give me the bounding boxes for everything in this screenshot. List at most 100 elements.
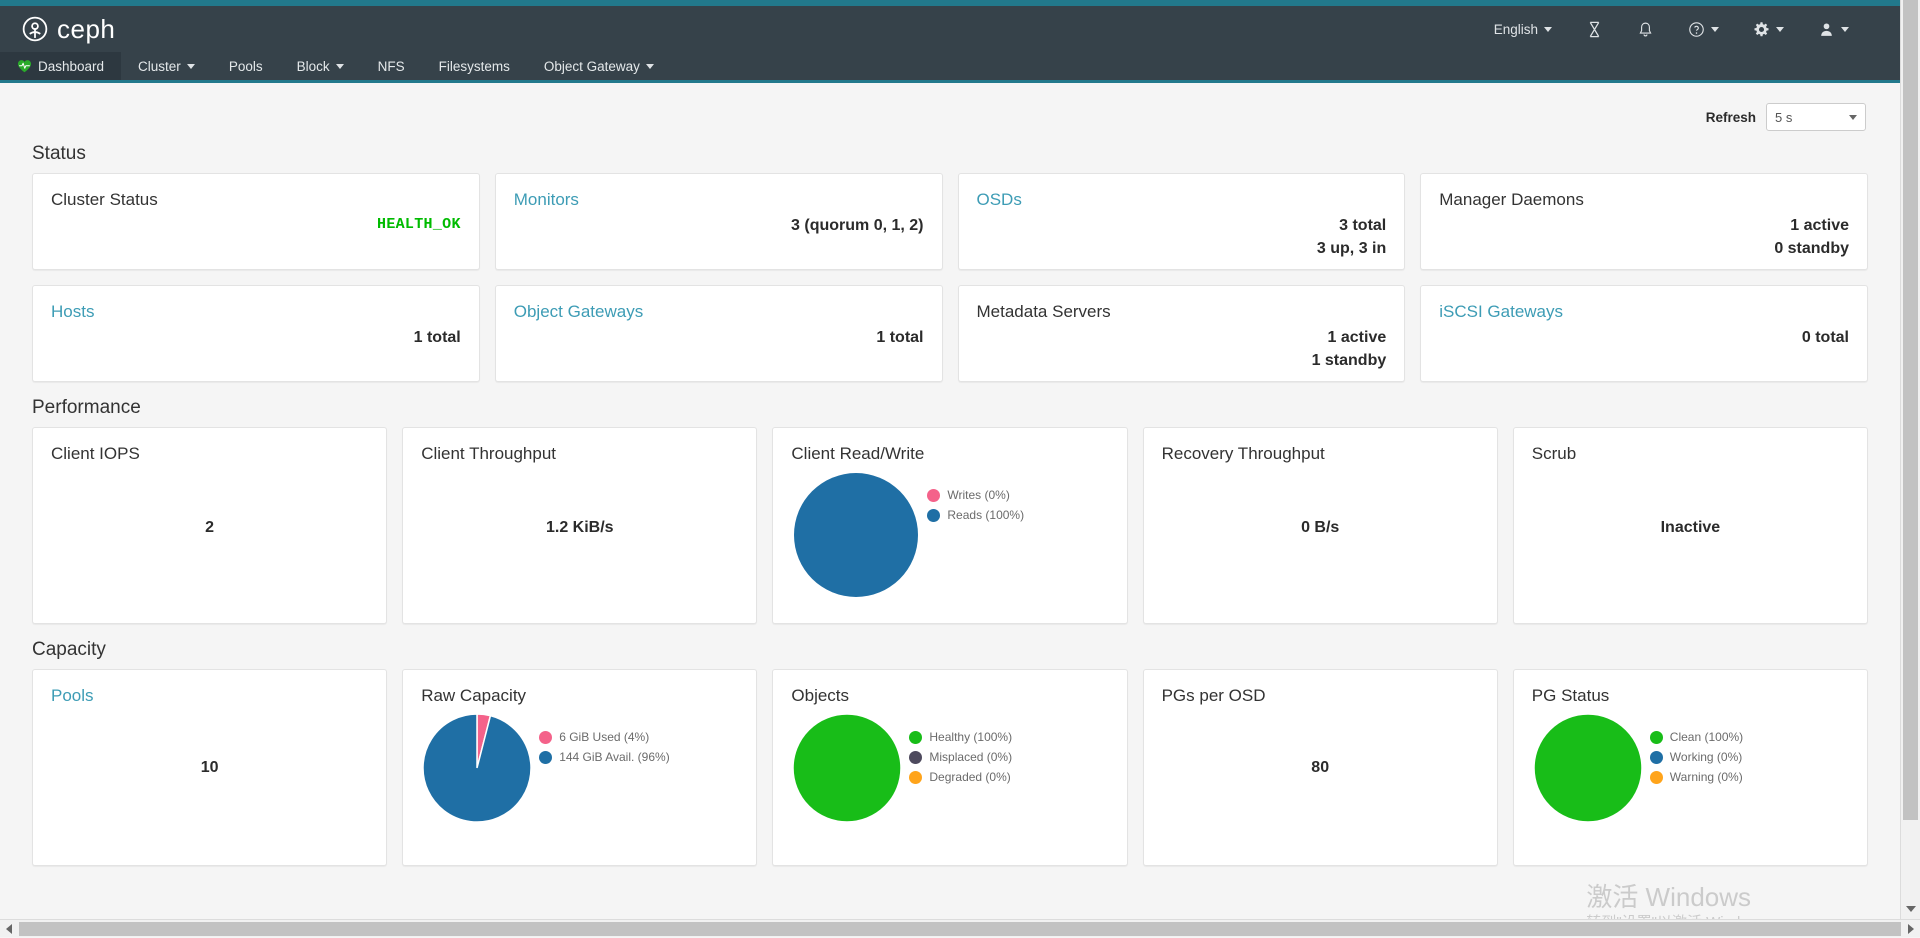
chevron-down-icon [1711, 27, 1719, 32]
legend-item[interactable]: Reads (100%) [927, 508, 1024, 522]
legend-item[interactable]: Writes (0%) [927, 488, 1024, 502]
card-title: Manager Daemons [1439, 190, 1849, 210]
nav-label: Object Gateway [544, 59, 640, 74]
main-navigation: Dashboard Cluster Pools Block NFS Filesy… [0, 52, 1900, 83]
card-value: HEALTH_OK [51, 214, 461, 236]
card-title-link[interactable]: Monitors [514, 190, 924, 210]
card-title-link[interactable]: Hosts [51, 302, 461, 322]
card-value: 1 total [51, 326, 461, 349]
legend-item[interactable]: 6 GiB Used (4%) [539, 730, 670, 744]
notifications-button[interactable] [1620, 6, 1671, 52]
nav-item-object-gateway[interactable]: Object Gateway [527, 52, 671, 80]
nav-item-pools[interactable]: Pools [212, 52, 280, 80]
legend-color-swatch [1650, 771, 1663, 784]
card-pg-status: PG Status Clean (100%) Working (0%) [1513, 669, 1868, 866]
card-value: 3 (quorum 0, 1, 2) [514, 214, 924, 237]
legend-item[interactable]: 144 GiB Avail. (96%) [539, 750, 670, 764]
legend-item[interactable]: Healthy (100%) [909, 730, 1012, 744]
chevron-down-icon [1906, 906, 1916, 912]
card-client-throughput: Client Throughput 1.2 KiB/s [402, 427, 757, 624]
chart-legend: Writes (0%) Reads (100%) [927, 488, 1024, 522]
card-value: 10 [51, 756, 368, 779]
ceph-logo-icon [22, 16, 48, 42]
scroll-right-arrow[interactable] [1902, 920, 1920, 938]
chevron-down-icon [1849, 115, 1857, 120]
language-selector[interactable]: English [1477, 6, 1569, 52]
question-circle-icon [1688, 21, 1705, 38]
help-menu[interactable] [1671, 6, 1736, 52]
pie-slice[interactable] [793, 714, 901, 822]
card-objects: Objects Healthy (100%) Misplaced (0%) [772, 669, 1127, 866]
legend-item[interactable]: Degraded (0%) [909, 770, 1012, 784]
nav-item-block[interactable]: Block [280, 52, 361, 80]
card-title: PGs per OSD [1162, 686, 1479, 706]
refresh-interval-select[interactable]: 5 s [1766, 103, 1866, 131]
pie-slice[interactable] [423, 714, 531, 822]
gear-icon [1753, 21, 1770, 38]
legend-label: Working (0%) [1670, 750, 1742, 764]
tasks-button[interactable] [1569, 6, 1620, 52]
pie-chart-icon [1532, 712, 1644, 824]
card-title: Client Throughput [421, 444, 738, 464]
card-value: 80 [1162, 756, 1479, 779]
nav-label: Dashboard [38, 59, 104, 74]
legend-item[interactable]: Working (0%) [1650, 750, 1743, 764]
horizontal-scrollbar[interactable] [0, 919, 1920, 937]
legend-label: Reads (100%) [947, 508, 1024, 522]
legend-color-swatch [909, 731, 922, 744]
legend-item[interactable]: Misplaced (0%) [909, 750, 1012, 764]
card-recovery-throughput: Recovery Throughput 0 B/s [1143, 427, 1498, 624]
section-title-status: Status [32, 143, 1868, 165]
card-title-link[interactable]: Object Gateways [514, 302, 924, 322]
card-title-link[interactable]: Pools [51, 686, 368, 706]
brand-name: ceph [57, 16, 115, 42]
nav-item-filesystems[interactable]: Filesystems [422, 52, 527, 80]
hourglass-icon [1586, 21, 1603, 38]
chevron-down-icon [1776, 27, 1784, 32]
card-value: 1 total [514, 326, 924, 349]
legend-item[interactable]: Clean (100%) [1650, 730, 1743, 744]
nav-item-cluster[interactable]: Cluster [121, 52, 212, 80]
vertical-scrollbar-thumb[interactable] [1903, 0, 1918, 820]
card-manager-daemons: Manager Daemons 1 active 0 standby [1420, 173, 1868, 270]
top-actions: English [1477, 6, 1866, 52]
card-title-link[interactable]: OSDs [977, 190, 1387, 210]
scroll-down-arrow[interactable] [1901, 899, 1920, 919]
card-iscsi-gateways: iSCSI Gateways 0 total [1420, 285, 1868, 382]
card-value: Inactive [1532, 516, 1849, 539]
settings-menu[interactable] [1736, 6, 1801, 52]
pie-slice[interactable] [1534, 714, 1642, 822]
status-row-2: Hosts 1 total Object Gateways 1 total Me… [32, 285, 1868, 382]
chevron-down-icon [1841, 27, 1849, 32]
card-value-line1: 3 total [977, 214, 1387, 237]
nav-label: Pools [229, 59, 263, 74]
card-hosts: Hosts 1 total [32, 285, 480, 382]
card-pools: Pools 10 [32, 669, 387, 866]
nav-item-dashboard[interactable]: Dashboard [0, 52, 121, 80]
card-title: Metadata Servers [977, 302, 1387, 322]
scroll-left-arrow[interactable] [0, 920, 18, 938]
chevron-down-icon [1544, 27, 1552, 32]
dashboard-page: Refresh 5 s Status Cluster Status HEALTH… [0, 83, 1900, 938]
legend-item[interactable]: Warning (0%) [1650, 770, 1743, 784]
legend-color-swatch [539, 731, 552, 744]
chart-objects: Healthy (100%) Misplaced (0%) Degraded (… [791, 712, 1108, 824]
card-title-link[interactable]: iSCSI Gateways [1439, 302, 1849, 322]
chevron-right-icon [1908, 924, 1914, 934]
horizontal-scrollbar-thumb[interactable] [19, 922, 1901, 936]
legend-color-swatch [1650, 751, 1663, 764]
card-object-gateways: Object Gateways 1 total [495, 285, 943, 382]
pie-slice[interactable] [794, 473, 918, 597]
card-scrub: Scrub Inactive [1513, 427, 1868, 624]
chevron-left-icon [6, 924, 12, 934]
pie-chart-icon [791, 712, 903, 824]
card-value-line2: 0 standby [1439, 237, 1849, 260]
brand-logo-group[interactable]: ceph [22, 16, 115, 42]
user-menu[interactable] [1801, 6, 1866, 52]
heartbeat-icon [17, 59, 32, 73]
performance-row: Client IOPS 2 Client Throughput 1.2 KiB/… [32, 427, 1868, 624]
vertical-scrollbar[interactable] [1900, 0, 1920, 919]
nav-item-nfs[interactable]: NFS [361, 52, 422, 80]
legend-color-swatch [909, 771, 922, 784]
legend-label: Writes (0%) [947, 488, 1009, 502]
